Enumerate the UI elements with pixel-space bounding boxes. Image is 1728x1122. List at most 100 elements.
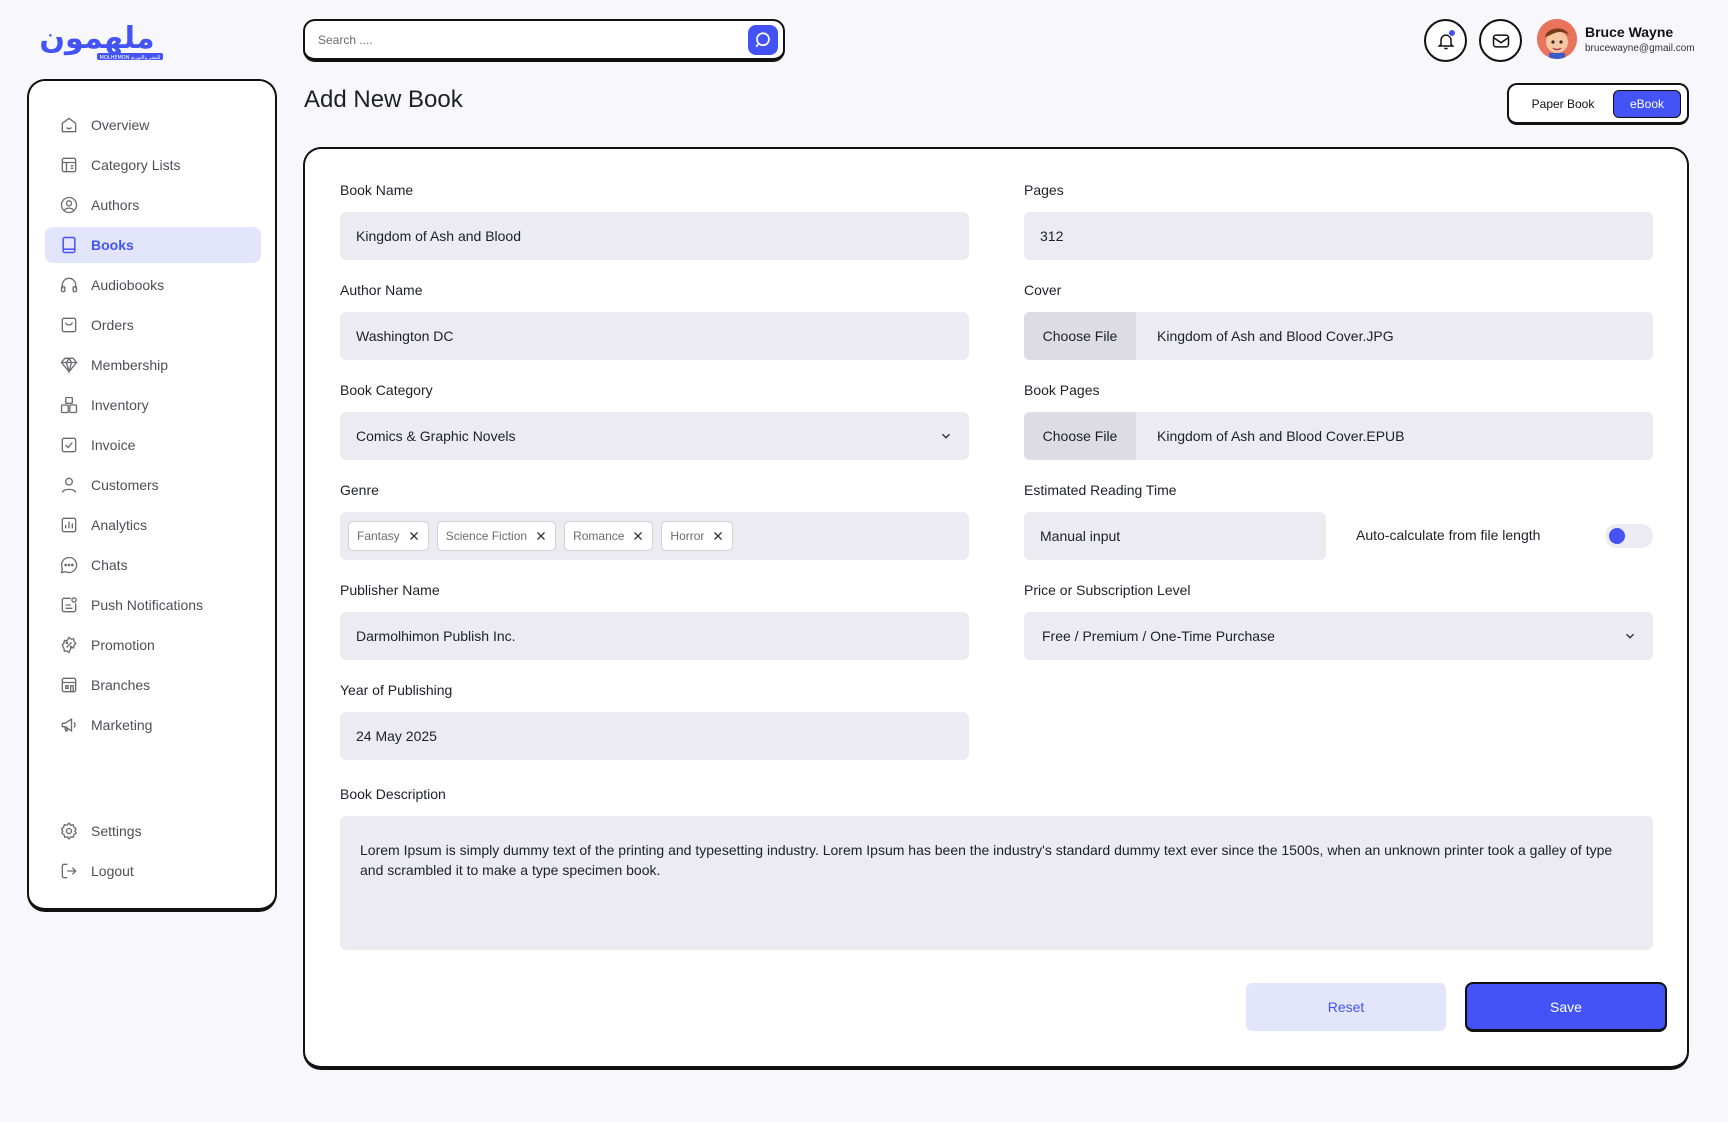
close-icon[interactable] bbox=[535, 530, 547, 542]
reading-time-field[interactable]: Manual input bbox=[1024, 512, 1326, 560]
sidebar-item-logout[interactable]: Logout bbox=[45, 853, 261, 889]
price-label: Price or Subscription Level bbox=[1024, 582, 1191, 598]
user-email: brucewayne@gmail.com bbox=[1585, 43, 1695, 54]
sidebar-item-label: Authors bbox=[91, 197, 140, 213]
notifications-button[interactable] bbox=[1424, 19, 1467, 62]
sidebar-item-chats[interactable]: Chats bbox=[45, 547, 261, 583]
sidebar-item-label: Books bbox=[91, 237, 134, 253]
chevron-down-icon bbox=[1626, 633, 1634, 639]
customer-icon bbox=[59, 475, 79, 495]
genre-tag: Horror bbox=[661, 521, 734, 551]
book-pages-label: Book Pages bbox=[1024, 382, 1100, 398]
ebook-option[interactable]: eBook bbox=[1613, 89, 1681, 118]
book-name-value: Kingdom of Ash and Blood bbox=[356, 228, 522, 244]
sidebar-item-authors[interactable]: Authors bbox=[45, 187, 261, 223]
search-input[interactable] bbox=[318, 32, 748, 47]
genre-tag-label: Science Fiction bbox=[445, 529, 528, 543]
cover-label: Cover bbox=[1024, 282, 1062, 298]
sidebar-item-analytics[interactable]: Analytics bbox=[45, 507, 261, 543]
avatar bbox=[1537, 19, 1577, 59]
sidebar-item-orders[interactable]: Orders bbox=[45, 307, 261, 343]
sidebar-item-books[interactable]: Books bbox=[45, 227, 261, 263]
search-icon bbox=[755, 31, 770, 47]
auto-calculate-toggle[interactable] bbox=[1605, 524, 1653, 548]
description-label: Book Description bbox=[340, 786, 446, 802]
sidebar-item-invoice[interactable]: Invoice bbox=[45, 427, 261, 463]
orders-icon bbox=[59, 315, 79, 335]
notification-dot bbox=[1448, 29, 1456, 37]
sidebar-item-label: Overview bbox=[91, 117, 150, 133]
sidebar-item-category-lists[interactable]: Category Lists bbox=[45, 147, 261, 183]
book-pages-file-input[interactable]: Choose File Kingdom of Ash and Blood Cov… bbox=[1024, 412, 1653, 460]
push-notification-icon bbox=[59, 595, 79, 615]
sidebar-item-label: Promotion bbox=[91, 637, 155, 653]
sidebar-item-overview[interactable]: Overview bbox=[45, 107, 261, 143]
sidebar-item-marketing[interactable]: Marketing bbox=[45, 707, 261, 743]
chat-icon bbox=[59, 555, 79, 575]
description-value: Lorem Ipsum is simply dummy text of the … bbox=[360, 842, 1613, 878]
sidebar-item-label: Chats bbox=[91, 557, 128, 573]
year-value: 24 May 2025 bbox=[356, 728, 437, 744]
user-name: Bruce Wayne bbox=[1585, 24, 1674, 40]
publisher-field[interactable]: Darmolhimon Publish Inc. bbox=[340, 612, 969, 660]
diamond-icon bbox=[59, 355, 79, 375]
pages-label: Pages bbox=[1024, 182, 1064, 198]
year-field[interactable]: 24 May 2025 bbox=[340, 712, 969, 760]
author-name-value: Washington DC bbox=[356, 328, 454, 344]
cover-file-name: Kingdom of Ash and Blood Cover.JPG bbox=[1157, 328, 1394, 344]
analytics-icon bbox=[59, 515, 79, 535]
sidebar-item-label: Orders bbox=[91, 317, 134, 333]
close-icon[interactable] bbox=[712, 530, 724, 542]
add-book-form: Book Name Kingdom of Ash and Blood Autho… bbox=[303, 147, 1689, 1070]
save-button[interactable]: Save bbox=[1465, 982, 1667, 1032]
choose-book-file-button[interactable]: Choose File bbox=[1024, 412, 1136, 460]
sidebar-item-label: Branches bbox=[91, 677, 151, 693]
auto-calculate-label: Auto-calculate from file length bbox=[1356, 527, 1541, 543]
promotion-icon bbox=[59, 635, 79, 655]
close-icon[interactable] bbox=[632, 530, 644, 542]
toggle-knob bbox=[1609, 528, 1625, 544]
gear-icon bbox=[59, 821, 79, 841]
page-title: Add New Book bbox=[304, 86, 463, 113]
sidebar-item-label: Membership bbox=[91, 357, 169, 373]
search-button[interactable] bbox=[748, 24, 778, 55]
headphones-icon bbox=[59, 275, 79, 295]
sidebar-item-push-notifications[interactable]: Push Notifications bbox=[45, 587, 261, 623]
genre-tags-field[interactable]: Fantasy Science Fiction Romance Horror bbox=[340, 512, 969, 560]
sidebar-item-promotion[interactable]: Promotion bbox=[45, 627, 261, 663]
book-name-label: Book Name bbox=[340, 182, 414, 198]
book-name-field[interactable]: Kingdom of Ash and Blood bbox=[340, 212, 969, 260]
logo-subtext: MOLHEMON للنشر والتوزيع bbox=[100, 55, 161, 61]
genre-tag-label: Fantasy bbox=[357, 529, 400, 543]
close-icon[interactable] bbox=[408, 530, 420, 542]
sidebar-item-label: Inventory bbox=[91, 397, 149, 413]
sidebar-item-branches[interactable]: Branches bbox=[45, 667, 261, 703]
messages-button[interactable] bbox=[1479, 19, 1522, 62]
logo-text: ملهمون bbox=[39, 21, 154, 56]
pages-field[interactable]: 312 bbox=[1024, 212, 1653, 260]
logout-icon bbox=[59, 861, 79, 881]
description-textarea[interactable]: Lorem Ipsum is simply dummy text of the … bbox=[340, 816, 1653, 950]
reset-button[interactable]: Reset bbox=[1246, 983, 1446, 1031]
sidebar-item-settings[interactable]: Settings bbox=[45, 813, 261, 849]
sidebar-item-label: Logout bbox=[91, 863, 134, 879]
user-profile[interactable]: Bruce Wayne brucewayne@gmail.com bbox=[1537, 19, 1695, 59]
sidebar-item-inventory[interactable]: Inventory bbox=[45, 387, 261, 423]
inventory-icon bbox=[59, 395, 79, 415]
app-logo: ملهمون MOLHEMON للنشر والتوزيع bbox=[27, 18, 167, 62]
sidebar-item-label: Customers bbox=[91, 477, 159, 493]
author-name-field[interactable]: Washington DC bbox=[340, 312, 969, 360]
user-circle-icon bbox=[59, 195, 79, 215]
sidebar-item-customers[interactable]: Customers bbox=[45, 467, 261, 503]
sidebar-item-audiobooks[interactable]: Audiobooks bbox=[45, 267, 261, 303]
choose-cover-button[interactable]: Choose File bbox=[1024, 312, 1136, 360]
sidebar-item-membership[interactable]: Membership bbox=[45, 347, 261, 383]
price-select[interactable]: Free / Premium / One-Time Purchase bbox=[1024, 612, 1653, 660]
genre-tag-label: Horror bbox=[670, 529, 705, 543]
paper-book-option[interactable]: Paper Book bbox=[1513, 90, 1613, 118]
book-category-select[interactable]: Comics & Graphic Novels bbox=[340, 412, 969, 460]
book-file-name: Kingdom of Ash and Blood Cover.EPUB bbox=[1157, 428, 1405, 444]
home-icon bbox=[59, 115, 79, 135]
genre-tag: Science Fiction bbox=[436, 521, 557, 551]
cover-file-input[interactable]: Choose File Kingdom of Ash and Blood Cov… bbox=[1024, 312, 1653, 360]
